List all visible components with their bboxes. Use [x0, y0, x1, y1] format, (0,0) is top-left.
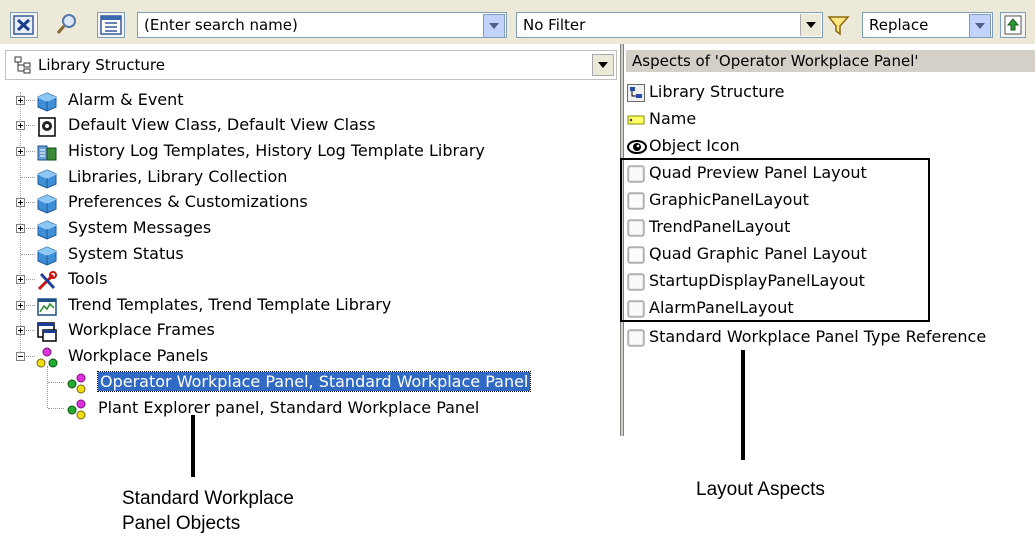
- panel-object-icon: [66, 399, 86, 419]
- expand-icon[interactable]: [16, 326, 25, 335]
- tree-item[interactable]: Tools: [36, 267, 107, 291]
- tree-item-label: Libraries, Library Collection: [68, 167, 288, 186]
- view-class-icon: [36, 116, 56, 137]
- expand-icon[interactable]: [16, 275, 25, 284]
- cube-icon: [36, 168, 57, 189]
- search-dropdown-arrow-icon[interactable]: [483, 14, 505, 37]
- tree-item-label: Workplace Frames: [68, 320, 215, 339]
- callout-line-1: Standard Workplace: [122, 488, 294, 509]
- expand-icon[interactable]: [16, 147, 25, 156]
- aspects-header: Aspects of 'Operator Workplace Panel': [626, 50, 1035, 72]
- tree-item-label: System Messages: [68, 218, 212, 237]
- tree-connector-line: [47, 366, 48, 408]
- right-callout-line: [741, 350, 745, 460]
- filter-combo[interactable]: No Filter: [516, 12, 823, 38]
- left-callout-line: [191, 415, 195, 477]
- structure-selector[interactable]: Library Structure: [5, 50, 617, 80]
- clear-icon: [13, 15, 34, 35]
- aspect-item-label: Name: [649, 109, 697, 128]
- tree-connector-line: [21, 254, 35, 255]
- tree-item-label: Default View Class, Default View Class: [68, 115, 376, 134]
- up-level-button[interactable]: [1000, 12, 1026, 38]
- expand-icon[interactable]: [16, 224, 25, 233]
- filter-dropdown-arrow-icon[interactable]: [800, 14, 821, 36]
- tree-item-label: Operator Workplace Panel, Standard Workp…: [96, 371, 532, 392]
- structure-tree-icon: [14, 56, 31, 74]
- magnifier-icon: [56, 14, 76, 34]
- tree-item[interactable]: Workplace Frames: [36, 318, 215, 342]
- find-button[interactable]: [54, 12, 82, 38]
- mode-combo[interactable]: Replace: [862, 12, 993, 38]
- layout-aspects-callout: Layout Aspects: [696, 479, 825, 500]
- trend-icon: [36, 296, 57, 316]
- up-arrow-icon: [1004, 15, 1022, 35]
- tree-item-label: Plant Explorer panel, Standard Workplace…: [98, 398, 480, 417]
- search-name-input[interactable]: (Enter search name): [144, 13, 298, 37]
- layout-aspects-highlight-box: [620, 158, 930, 322]
- tree-item-label: History Log Templates, History Log Templ…: [68, 141, 485, 160]
- tree-item-label: Workplace Panels: [68, 346, 209, 365]
- frame-icon: [36, 321, 57, 342]
- aspect-item-label: Library Structure: [649, 82, 785, 101]
- expand-icon[interactable]: [16, 301, 25, 310]
- name-tag-icon: [627, 111, 645, 129]
- callout-line-2: Panel Objects: [122, 513, 241, 534]
- tools-icon: [36, 270, 57, 290]
- tree-item[interactable]: System Status: [36, 242, 184, 266]
- clear-filter-button[interactable]: [10, 12, 38, 38]
- aspect-item[interactable]: Object Icon: [627, 133, 740, 159]
- tree-item-label: Preferences & Customizations: [68, 192, 308, 211]
- cube-icon: [36, 219, 57, 240]
- structure-dropdown-arrow-icon[interactable]: [592, 54, 614, 76]
- tree-item[interactable]: Preferences & Customizations: [36, 190, 308, 214]
- expand-icon[interactable]: [16, 96, 25, 105]
- blank-aspect-icon: [627, 329, 645, 347]
- tree-connector-line: [21, 177, 35, 178]
- aspect-item-label: Standard Workplace Panel Type Reference: [649, 327, 987, 346]
- tree-item[interactable]: Default View Class, Default View Class: [36, 113, 376, 137]
- history-log-icon: [36, 142, 57, 162]
- aspect-item-label: Object Icon: [649, 136, 740, 155]
- tree-connector-line: [48, 408, 64, 409]
- expand-icon[interactable]: [16, 198, 25, 207]
- tree-item[interactable]: History Log Templates, History Log Templ…: [36, 139, 485, 163]
- tree-connector-line: [48, 382, 64, 383]
- panels-icon: [36, 347, 58, 367]
- tree-item[interactable]: Libraries, Library Collection: [36, 165, 287, 189]
- collapse-icon[interactable]: [16, 352, 25, 361]
- cube-icon: [36, 245, 57, 266]
- tree-item-label: System Status: [68, 244, 184, 263]
- tree-item-label: Alarm & Event: [68, 90, 184, 109]
- list-view-icon: [100, 15, 122, 35]
- tree-item[interactable]: Plant Explorer panel, Standard Workplace…: [66, 396, 479, 420]
- filter-funnel-button[interactable]: [826, 13, 852, 41]
- expand-icon[interactable]: [16, 121, 25, 130]
- structure-selector-label: Library Structure: [38, 56, 165, 74]
- tree-item[interactable]: Operator Workplace Panel, Standard Workp…: [66, 370, 532, 394]
- cube-icon: [36, 193, 57, 214]
- tree-item[interactable]: Workplace Panels: [36, 344, 208, 368]
- tree-item[interactable]: System Messages: [36, 216, 211, 240]
- standard-workplace-callout: Standard Workplace Panel Objects: [122, 486, 294, 536]
- structure-icon: [627, 83, 645, 102]
- funnel-icon: [827, 16, 850, 36]
- aspect-item[interactable]: Name: [627, 106, 696, 132]
- cube-icon: [36, 91, 57, 112]
- toolbar: (Enter search name) No Filter Replace: [0, 0, 1035, 44]
- tree-item-label: Trend Templates, Trend Template Library: [68, 295, 392, 314]
- search-name-combo[interactable]: (Enter search name): [137, 12, 507, 38]
- tree-item[interactable]: Alarm & Event: [36, 88, 184, 112]
- aspect-item[interactable]: Standard Workplace Panel Type Reference: [627, 324, 986, 350]
- panel-object-icon: [66, 373, 86, 393]
- eye-icon: [627, 138, 647, 156]
- browser-view-button[interactable]: [97, 12, 125, 38]
- mode-value: Replace: [869, 16, 929, 34]
- filter-value: No Filter: [523, 16, 586, 34]
- mode-dropdown-arrow-icon[interactable]: [969, 14, 991, 37]
- tree-item[interactable]: Trend Templates, Trend Template Library: [36, 293, 391, 317]
- tree-item-label: Tools: [68, 269, 108, 288]
- aspect-item[interactable]: Library Structure: [627, 79, 784, 105]
